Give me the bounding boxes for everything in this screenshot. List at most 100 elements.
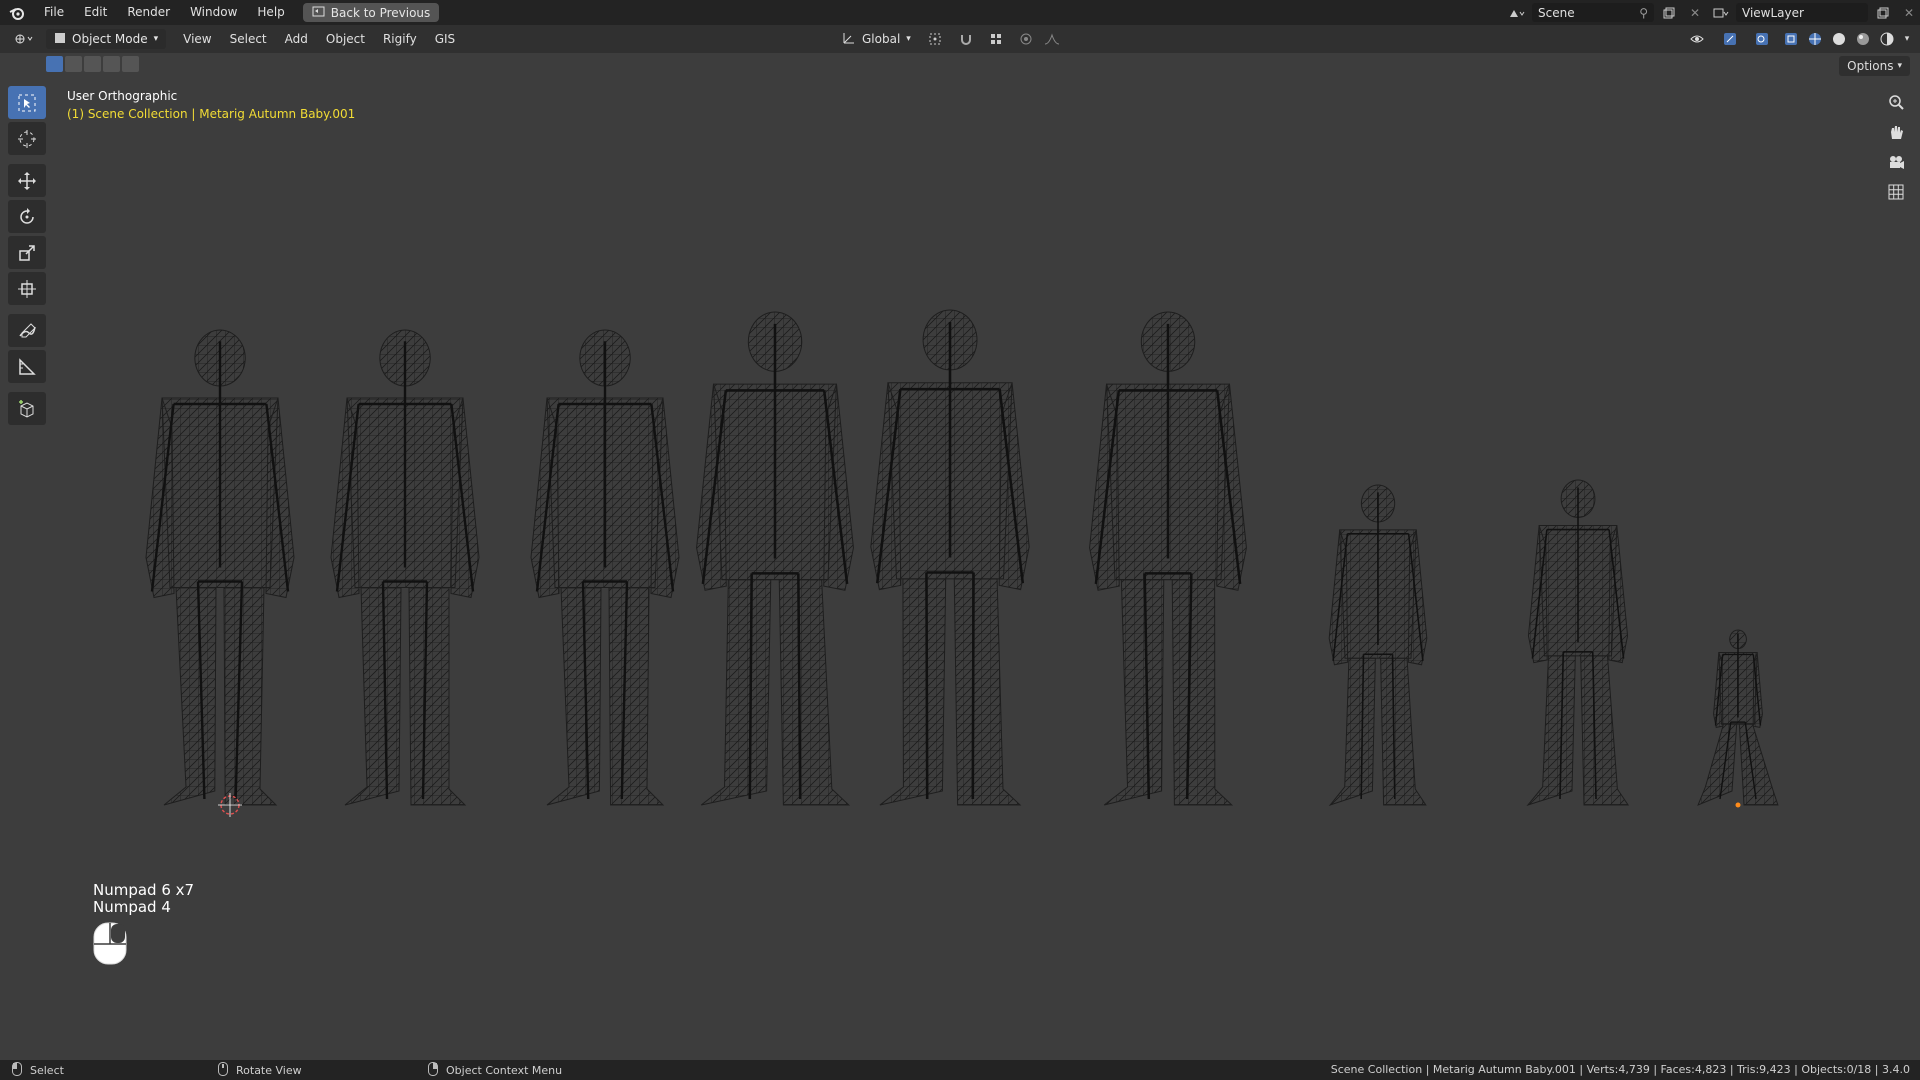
- menu-gis[interactable]: GIS: [426, 32, 464, 46]
- scale-tool-icon[interactable]: [8, 236, 46, 269]
- wireframe-figure[interactable]: [145, 329, 295, 806]
- shading-solid-icon[interactable]: [1828, 30, 1850, 49]
- screen-back-icon: [312, 6, 325, 20]
- status-context-hint: Object Context Menu: [428, 1061, 563, 1079]
- snap-target-icon[interactable]: [981, 30, 1011, 49]
- key-input-hints: Numpad 6 x7 Numpad 4: [93, 882, 194, 916]
- overlay-toggle-icon[interactable]: [1748, 30, 1778, 49]
- select-box-tool-icon[interactable]: [8, 86, 46, 119]
- rotate-tool-icon[interactable]: [8, 200, 46, 233]
- pivot-point-icon[interactable]: [921, 30, 951, 49]
- snap-toggle-icon[interactable]: [955, 30, 977, 49]
- view-name-label: User Orthographic: [67, 89, 178, 103]
- scene-statistics: Scene Collection | Metarig Autumn Baby.0…: [1330, 1063, 1910, 1076]
- visibility-eye-icon[interactable]: [1684, 30, 1714, 49]
- select-invert-icon[interactable]: [103, 56, 120, 72]
- wireframe-figures[interactable]: [0, 300, 1920, 820]
- new-view-layer-icon[interactable]: [1872, 3, 1894, 22]
- key-hint-1: Numpad 6 x7: [93, 881, 195, 899]
- wireframe-figure[interactable]: [1089, 311, 1247, 806]
- select-intersect-icon[interactable]: [122, 56, 139, 72]
- scene-name: Scene: [1538, 5, 1575, 20]
- new-scene-icon[interactable]: [1658, 3, 1680, 22]
- blender-logo-icon[interactable]: [0, 6, 34, 20]
- mouse-right-icon: [428, 1061, 438, 1079]
- wireframe-figure[interactable]: [1328, 484, 1428, 807]
- mouse-middle-icon: [218, 1061, 228, 1079]
- status-select-label: Select: [30, 1063, 64, 1077]
- menu-select[interactable]: Select: [221, 32, 276, 46]
- key-hint-2: Numpad 4: [93, 898, 171, 916]
- menu-window[interactable]: Window: [180, 0, 247, 25]
- view-layer-selector-icon[interactable]: [1710, 3, 1732, 22]
- wireframe-figure[interactable]: [870, 309, 1030, 806]
- gizmo-toggle-icon[interactable]: [1716, 30, 1746, 49]
- scene-field[interactable]: Scene ⚲: [1532, 3, 1654, 22]
- viewport-header: Object Mode ▾ View Select Add Object Rig…: [0, 25, 1920, 53]
- object-origin-icon: [1735, 802, 1741, 808]
- menu-view[interactable]: View: [174, 32, 220, 46]
- menu-rigify[interactable]: Rigify: [374, 32, 426, 46]
- shading-options-chevron-icon[interactable]: ▾: [1900, 30, 1914, 49]
- orientation-dropdown[interactable]: Global ▾: [836, 30, 917, 49]
- editor-type-icon[interactable]: [10, 30, 40, 49]
- select-extend-icon[interactable]: [65, 56, 82, 72]
- cursor-tool-icon[interactable]: [8, 122, 46, 155]
- menu-help[interactable]: Help: [247, 0, 294, 25]
- status-rotate-hint: Rotate View: [218, 1061, 428, 1079]
- wireframe-figure[interactable]: [1697, 629, 1779, 806]
- options-label: Options: [1847, 59, 1894, 73]
- menu-object[interactable]: Object: [317, 32, 374, 46]
- view-layer-name: ViewLayer: [1742, 5, 1804, 20]
- chevron-down-icon: ▾: [153, 34, 159, 44]
- delete-view-layer-icon[interactable]: ✕: [1898, 3, 1920, 22]
- menu-render[interactable]: Render: [117, 0, 180, 25]
- mouse-left-icon: [12, 1061, 22, 1079]
- pin-icon[interactable]: ⚲: [1639, 6, 1648, 20]
- view-layer-field[interactable]: ViewLayer: [1736, 3, 1868, 22]
- wireframe-figure[interactable]: [696, 311, 854, 806]
- chevron-down-icon: ▾: [906, 34, 911, 44]
- wireframe-figure[interactable]: [1526, 479, 1630, 806]
- mouse-indicator-icon: [93, 922, 129, 969]
- camera-view-icon[interactable]: [1882, 148, 1910, 176]
- scene-selector-icon[interactable]: [1506, 3, 1528, 22]
- status-rotate-label: Rotate View: [236, 1063, 302, 1077]
- navigation-gizmos: [1882, 88, 1910, 208]
- object-mode-label: Object Mode: [72, 32, 148, 46]
- delete-scene-icon[interactable]: ✕: [1684, 3, 1706, 22]
- proportional-edit-icon[interactable]: [1015, 30, 1037, 49]
- xray-toggle-icon[interactable]: [1780, 30, 1802, 49]
- status-select-hint: Select: [12, 1061, 218, 1079]
- collection-info-label: (1) Scene Collection | Metarig Autumn Ba…: [67, 107, 356, 121]
- menu-add[interactable]: Add: [276, 32, 317, 46]
- pan-hand-icon[interactable]: [1882, 118, 1910, 146]
- top-right-controls: Scene ⚲ ✕ ViewLayer ✕: [1506, 0, 1920, 25]
- orthographic-grid-icon[interactable]: [1882, 178, 1910, 206]
- back-to-previous-button[interactable]: Back to Previous: [302, 3, 440, 22]
- orientation-label: Global: [862, 32, 901, 46]
- status-bar: Select Rotate View Object Context Menu S…: [0, 1060, 1920, 1080]
- options-dropdown[interactable]: Options ▾: [1839, 56, 1910, 76]
- chevron-down-icon: ▾: [1897, 61, 1902, 71]
- transform-controls: Global ▾: [836, 25, 1063, 53]
- shading-material-icon[interactable]: [1852, 30, 1874, 49]
- selection-mode-buttons: [46, 56, 139, 72]
- viewport-display-controls: ▾: [1684, 25, 1914, 53]
- select-subtract-icon[interactable]: [84, 56, 101, 72]
- wireframe-figure[interactable]: [330, 329, 480, 806]
- zoom-icon[interactable]: [1882, 88, 1910, 116]
- top-menu-bar: File Edit Render Window Help Back to Pre…: [0, 0, 1920, 25]
- menu-edit[interactable]: Edit: [74, 0, 117, 25]
- back-to-previous-label: Back to Previous: [330, 5, 431, 20]
- shading-wireframe-icon[interactable]: [1804, 30, 1826, 49]
- select-new-icon[interactable]: [46, 56, 63, 72]
- wireframe-figure[interactable]: [530, 329, 680, 806]
- falloff-curve-icon[interactable]: [1041, 30, 1063, 49]
- shading-rendered-icon[interactable]: [1876, 30, 1898, 49]
- object-mode-icon: [54, 32, 66, 47]
- move-tool-icon[interactable]: [8, 164, 46, 197]
- menu-file[interactable]: File: [34, 0, 74, 25]
- status-context-label: Object Context Menu: [446, 1063, 563, 1077]
- object-mode-dropdown[interactable]: Object Mode ▾: [46, 29, 167, 49]
